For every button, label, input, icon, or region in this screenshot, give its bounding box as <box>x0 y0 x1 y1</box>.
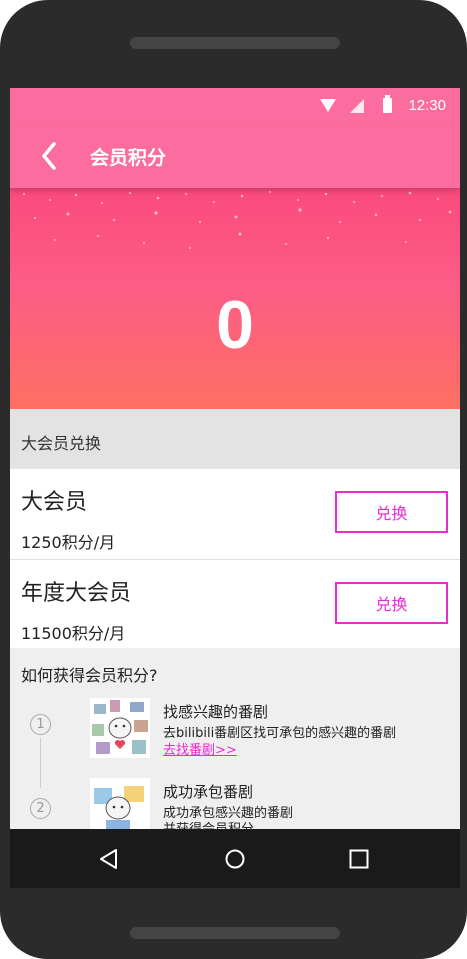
step-number: 2 <box>30 798 51 819</box>
nav-back-icon[interactable] <box>98 847 122 871</box>
nav-home-icon[interactable] <box>223 847 247 871</box>
stars-decoration <box>23 191 452 249</box>
exchange-button[interactable]: 兑换 <box>335 582 448 624</box>
points-banner: 0 <box>10 188 460 409</box>
speaker-bottom <box>130 927 340 939</box>
status-bar: 12:30 <box>10 88 460 124</box>
battery-icon <box>383 95 392 113</box>
speaker-top <box>130 37 340 49</box>
step-number: 1 <box>30 714 51 735</box>
membership-item-monthly: 大会员 1250积分/月 兑换 <box>10 469 460 560</box>
membership-title: 大会员 <box>21 490 88 515</box>
membership-price: 1250积分/月 <box>21 533 116 552</box>
back-arrow-icon[interactable] <box>32 138 68 174</box>
membership-title: 年度大会员 <box>21 581 132 606</box>
system-nav-bar <box>10 829 460 888</box>
wifi-icon <box>320 99 336 112</box>
nav-recents-icon[interactable] <box>347 847 371 871</box>
section-title: 大会员兑换 <box>21 434 102 453</box>
membership-item-annual: 年度大会员 11500积分/月 兑换 <box>10 560 460 648</box>
step-item: 1 找感兴趣的番剧 去bilibili番剧区找可承包的感兴趣的番剧 去找番剧>> <box>10 696 460 766</box>
phone-frame: 12:30 会员积分 0 大会员兑换 大会员 1250积分/月 兑换 年度大会员… <box>0 0 467 959</box>
app-bar: 会员积分 <box>10 124 460 188</box>
signal-icon <box>350 99 364 113</box>
page-title: 会员积分 <box>90 147 167 169</box>
membership-price: 11500积分/月 <box>21 624 126 643</box>
exchange-section-header: 大会员兑换 <box>10 409 460 469</box>
status-time: 12:30 <box>408 97 446 114</box>
step-title: 成功承包番剧 <box>163 783 254 801</box>
points-value: 0 <box>216 287 254 363</box>
find-anime-link[interactable]: 去找番剧>> <box>163 739 237 758</box>
how-to-title: 如何获得会员积分? <box>21 666 158 685</box>
step-title: 找感兴趣的番剧 <box>163 703 269 721</box>
screen: 12:30 会员积分 0 大会员兑换 大会员 1250积分/月 兑换 年度大会员… <box>10 88 460 888</box>
anime-collage-thumbnail <box>90 698 150 758</box>
exchange-button[interactable]: 兑换 <box>335 491 448 533</box>
